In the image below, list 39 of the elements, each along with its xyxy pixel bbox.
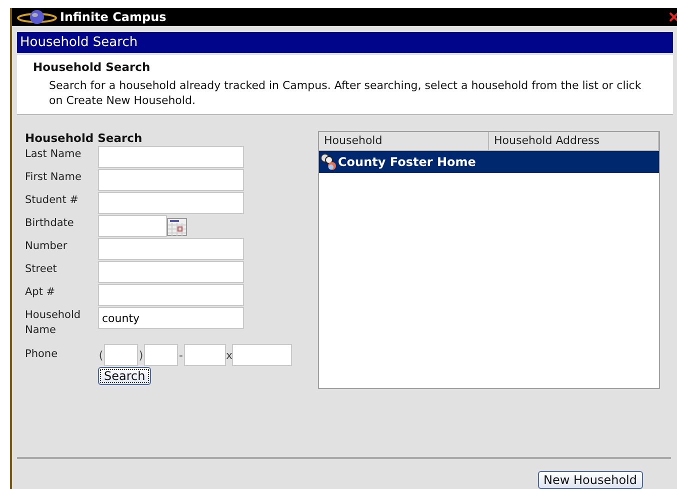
column-header[interactable]: Household Address xyxy=(489,132,659,150)
panel-title: Household Search xyxy=(17,32,673,53)
phone-field[interactable] xyxy=(104,344,138,366)
field-label: Number xyxy=(25,239,68,254)
description-text: Search for a household already tracked in Campus. After searching, select a household from the list or click on Create New Household. xyxy=(49,78,642,108)
logo-icon xyxy=(16,9,58,25)
close-icon[interactable] xyxy=(669,11,677,23)
phone-field[interactable] xyxy=(144,344,178,366)
new-household-button[interactable]: New Household xyxy=(538,471,643,489)
form-title: Household Search xyxy=(25,131,144,145)
separator-text: x xyxy=(226,348,232,362)
input-field[interactable]: county xyxy=(98,307,244,329)
section-title: Household Search xyxy=(33,60,152,74)
input-field[interactable] xyxy=(98,169,244,191)
people-icon xyxy=(319,153,338,171)
phone-field[interactable] xyxy=(184,344,226,366)
date-field[interactable] xyxy=(98,215,167,237)
separator-text: ) xyxy=(138,348,144,362)
column-header[interactable]: Household xyxy=(319,132,489,150)
field-label: Birthdate xyxy=(25,216,75,231)
calendar-icon[interactable] xyxy=(167,218,187,236)
field-label: Student # xyxy=(25,193,80,208)
household-row[interactable]: County Foster Home xyxy=(319,151,659,173)
phone-field[interactable] xyxy=(232,344,292,366)
field-label: First Name xyxy=(25,170,82,185)
field-label: Street xyxy=(25,262,58,277)
separator-text: - xyxy=(178,348,184,362)
separator-text: ( xyxy=(98,348,104,362)
input-field[interactable] xyxy=(98,146,244,168)
search-button[interactable]: Search xyxy=(98,367,152,385)
input-field[interactable] xyxy=(98,261,244,283)
field-label: Household Name xyxy=(25,308,82,338)
field-label: Phone xyxy=(25,346,59,362)
input-field[interactable] xyxy=(98,238,244,260)
input-field[interactable] xyxy=(98,284,244,306)
field-label: Apt # xyxy=(25,285,56,300)
input-field[interactable] xyxy=(98,192,244,214)
field-label: Last Name xyxy=(25,147,82,162)
window-title: Infinite Campus xyxy=(60,10,166,24)
